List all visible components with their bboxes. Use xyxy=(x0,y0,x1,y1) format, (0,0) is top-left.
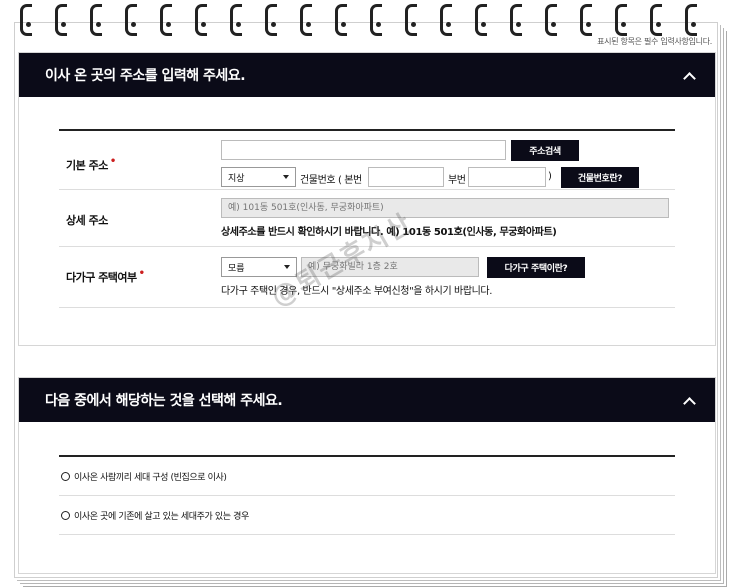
address-section: 이사 온 곳의 주소를 입력해 주세요. 기본 주소 • 주소검색 지상 건물번호… xyxy=(18,52,716,346)
ring-icon xyxy=(545,4,557,36)
ring-icon xyxy=(685,4,697,36)
household-option-existing[interactable]: 이사온 곳에 기존에 살고 있는 세대주가 있는 경우 xyxy=(59,496,675,535)
household-option-new[interactable]: 이사온 사람끼리 세대 구성 (빈집으로 이사) xyxy=(59,457,675,496)
address-search-button[interactable]: 주소검색 xyxy=(511,140,579,161)
ring-icon xyxy=(90,4,102,36)
spiral-binding xyxy=(20,0,720,36)
chevron-up-icon[interactable] xyxy=(684,395,695,406)
radio-icon[interactable] xyxy=(61,510,70,520)
ring-icon xyxy=(580,4,592,36)
ring-icon xyxy=(55,4,67,36)
building-main-number-input[interactable] xyxy=(368,167,444,187)
ring-icon xyxy=(475,4,487,36)
ring-icon xyxy=(335,4,347,36)
ring-icon xyxy=(20,4,32,36)
radio-icon[interactable] xyxy=(61,471,70,481)
household-options: 이사온 사람끼리 세대 구성 (빈집으로 이사) 이사온 곳에 기존에 살고 있… xyxy=(59,455,675,535)
option-label: 이사온 사람끼리 세대 구성 (빈집으로 이사) xyxy=(74,472,227,483)
detail-address-label: 상세 주소 xyxy=(66,214,108,227)
household-section-header[interactable]: 다음 중에서 해당하는 것을 선택해 주세요. xyxy=(19,378,715,422)
ring-icon xyxy=(230,4,242,36)
ring-icon xyxy=(370,4,382,36)
close-paren: ) xyxy=(548,171,552,182)
household-section-title: 다음 중에서 해당하는 것을 선택해 주세요. xyxy=(45,393,283,409)
ring-icon xyxy=(405,4,417,36)
address-section-title: 이사 온 곳의 주소를 입력해 주세요. xyxy=(45,68,246,84)
address-input[interactable] xyxy=(221,140,506,160)
chevron-down-icon xyxy=(283,175,289,179)
ring-icon xyxy=(160,4,172,36)
ring-icon xyxy=(650,4,662,36)
ring-icon xyxy=(300,4,312,36)
address-form: 기본 주소 • 주소검색 지상 건물번호 ( 본번 부번 ) 건물번호란? 상세 … xyxy=(59,129,675,308)
chevron-up-icon[interactable] xyxy=(684,70,695,81)
multi-family-help-button[interactable]: 다가구 주택이란? xyxy=(487,257,585,278)
basic-address-row: 기본 주소 • 주소검색 지상 건물번호 ( 본번 부번 ) 건물번호란? xyxy=(59,131,675,190)
building-number-label: 건물번호 ( 본번 xyxy=(300,175,362,186)
ring-icon xyxy=(195,4,207,36)
required-note: 표시된 항목은 필수 입력사항입니다. xyxy=(597,37,712,46)
household-section: 다음 중에서 해당하는 것을 선택해 주세요. 이사온 사람끼리 세대 구성 (… xyxy=(18,377,716,574)
ring-icon xyxy=(440,4,452,36)
detail-address-input[interactable] xyxy=(221,198,669,218)
sub-number-label: 부번 xyxy=(448,175,466,186)
ring-icon xyxy=(510,4,522,36)
multi-family-label: 다가구 주택여부 • xyxy=(66,268,145,284)
required-mark: • xyxy=(109,156,116,167)
ring-icon xyxy=(125,4,137,36)
address-type-select[interactable]: 지상 xyxy=(221,167,296,187)
option-label: 이사온 곳에 기존에 살고 있는 세대주가 있는 경우 xyxy=(74,511,249,522)
basic-address-label: 기본 주소 • xyxy=(66,156,116,172)
address-section-header[interactable]: 이사 온 곳의 주소를 입력해 주세요. xyxy=(19,53,715,97)
ring-icon xyxy=(265,4,277,36)
building-number-help-button[interactable]: 건물번호란? xyxy=(561,167,639,188)
ring-icon xyxy=(615,4,627,36)
multi-family-note: 다가구 주택인 경우, 반드시 "상세주소 부여신청"을 하시기 바랍니다. xyxy=(221,286,493,297)
required-mark: • xyxy=(138,268,145,279)
building-sub-number-input[interactable] xyxy=(468,167,546,187)
